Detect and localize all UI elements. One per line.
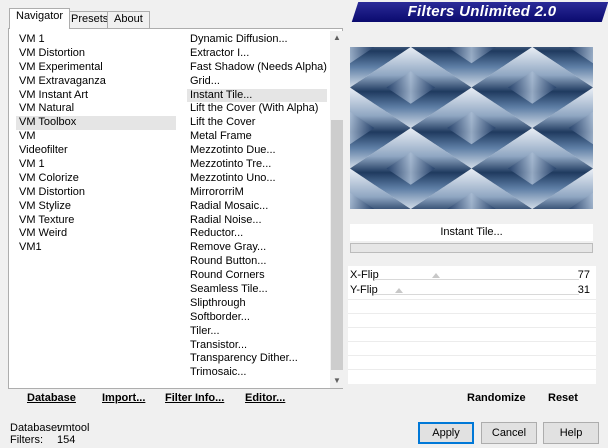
param-y-flip-slider[interactable] [374,294,579,295]
param-row-empty [348,369,596,383]
filter-item[interactable]: Tiler... [187,325,327,339]
cancel-button[interactable]: Cancel [481,422,537,444]
filter-item[interactable]: Lift the Cover [187,116,327,130]
filter-item[interactable]: MirrororriM [187,186,327,200]
filter-item[interactable]: Transparency Dither... [187,352,327,366]
filter-item[interactable]: Radial Noise... [187,214,327,228]
scroll-up-icon[interactable]: ▲ [330,31,344,45]
category-item[interactable]: VM1 [16,241,176,255]
filter-item[interactable]: Dynamic Diffusion... [187,33,327,47]
param-x-flip[interactable]: X-Flip 77 [348,268,596,282]
filter-item[interactable]: Round Button... [187,255,327,269]
param-row-empty [348,327,596,341]
apply-button[interactable]: Apply [418,422,474,444]
filter-list[interactable]: Dynamic Diffusion... Extractor I... Fast S… [187,33,327,380]
filter-item[interactable]: Slipthrough [187,297,327,311]
category-item[interactable]: VM Toolbox [16,116,176,131]
category-item[interactable]: VM Natural [16,102,176,116]
filters-count-value: 154 [57,434,76,446]
scroll-down-icon[interactable]: ▼ [330,374,344,388]
param-x-flip-slider[interactable] [374,279,579,280]
filter-item[interactable]: Grid... [187,75,327,89]
current-filter-label: Instant Tile... [350,224,593,241]
param-row-empty [348,299,596,313]
category-item[interactable]: VM Weird [16,227,176,241]
category-item[interactable]: VM Experimental [16,61,176,75]
preview-image [350,47,593,209]
param-row-empty [348,341,596,355]
filter-item[interactable]: Mezzotinto Due... [187,144,327,158]
progress-bar [350,243,593,253]
filters-count-label: Filters: [10,434,43,446]
filter-item[interactable]: Lift the Cover (With Alpha) [187,102,327,116]
filter-item[interactable]: Softborder... [187,311,327,325]
param-y-flip-value: 31 [577,284,590,296]
param-row-empty [348,355,596,369]
category-item[interactable]: Videofilter [16,144,176,158]
database-button[interactable]: Database [27,392,76,408]
import-button[interactable]: Import... [102,392,145,408]
param-row-empty [348,313,596,327]
param-x-flip-slider-handle[interactable] [431,273,440,278]
header-title: Filters Unlimited 2.0 [407,3,557,20]
category-item[interactable]: VM Distortion [16,186,176,200]
category-item[interactable]: VM Texture [16,214,176,228]
category-item[interactable]: VM Distortion [16,47,176,61]
preview-tiles [350,47,593,209]
filter-item[interactable]: Extractor I... [187,47,327,61]
filter-item[interactable]: Remove Gray... [187,241,327,255]
scroll-thumb[interactable] [331,120,343,370]
database-info-value: vmtool [57,422,90,434]
param-x-flip-value: 77 [577,269,590,281]
filter-item[interactable]: Round Corners [187,269,327,283]
category-item[interactable]: VM 1 [16,33,176,47]
filter-item[interactable]: Mezzotinto Tre... [187,158,327,172]
filter-item[interactable]: Trimosaic... [187,366,327,380]
navigator-panel: VM 1 VM Distortion VM Experimental VM Extra… [8,28,344,389]
filter-item[interactable]: Reductor... [187,227,327,241]
editor-button[interactable]: Editor... [245,392,285,408]
category-item[interactable]: VM 1 [16,158,176,172]
help-button[interactable]: Help [543,422,599,444]
filter-item[interactable]: Transistor... [187,339,327,353]
category-item[interactable]: VM [16,130,176,144]
tab-about[interactable]: About [107,11,150,28]
category-item[interactable]: VM Instant Art [16,89,176,103]
category-item[interactable]: VM Extravaganza [16,75,176,89]
category-item[interactable]: VM Stylize [16,200,176,214]
tab-navigator[interactable]: Navigator [9,8,71,29]
filter-item[interactable]: Radial Mosaic... [187,200,327,214]
reset-button[interactable]: Reset [548,392,578,404]
parameter-panel: X-Flip 77 Y-Flip 31 [348,266,596,384]
filter-item[interactable]: Instant Tile... [187,88,327,103]
param-y-flip-slider-handle[interactable] [395,288,403,293]
filter-item[interactable]: Metal Frame [187,130,327,144]
randomize-button[interactable]: Randomize [467,392,526,404]
filter-list-scrollbar[interactable]: ▲ ▼ [330,31,344,388]
database-info-label: Database: [10,422,61,434]
category-item[interactable]: VM Colorize [16,172,176,186]
filter-item[interactable]: Seamless Tile... [187,283,327,297]
filter-info-button[interactable]: Filter Info... [165,392,224,408]
filter-item[interactable]: Mezzotinto Uno... [187,172,327,186]
category-list[interactable]: VM 1 VM Distortion VM Experimental VM Extra… [16,33,176,255]
param-y-flip[interactable]: Y-Flip 31 [348,283,596,297]
filter-item[interactable]: Fast Shadow (Needs Alpha) [187,61,327,75]
